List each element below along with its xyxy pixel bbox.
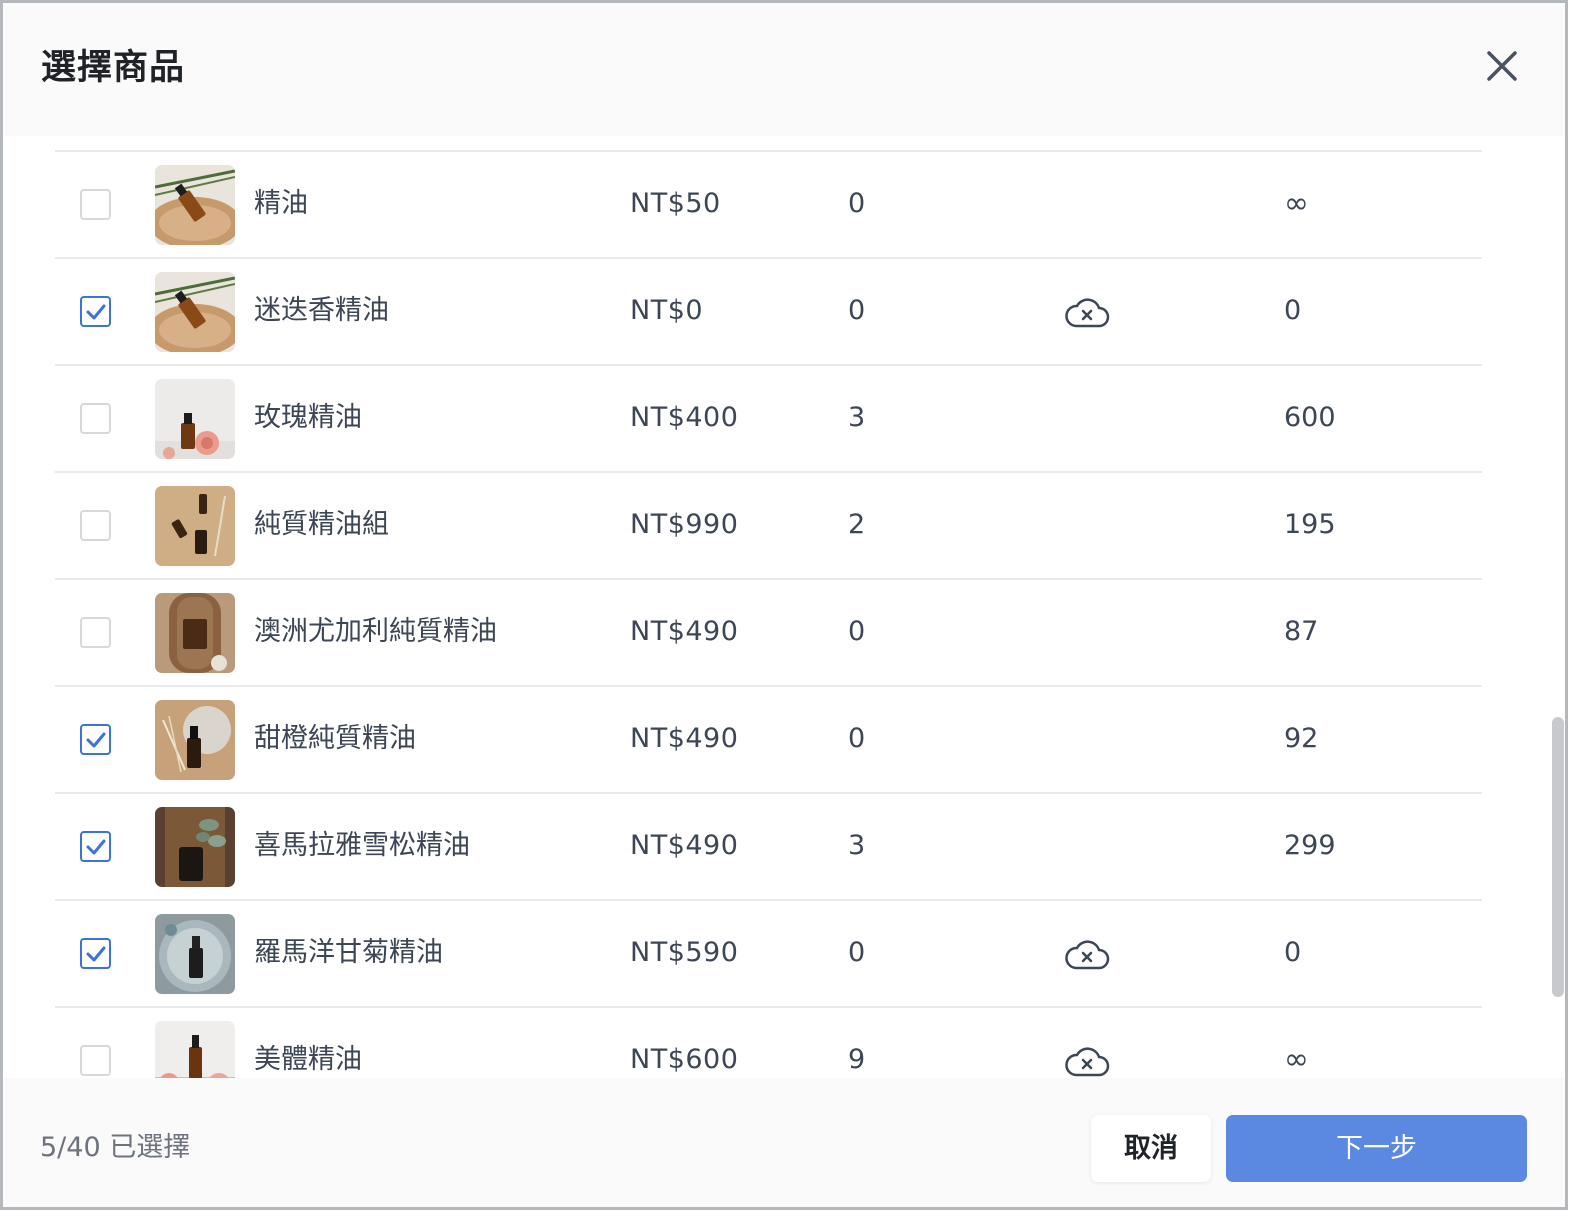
product-row[interactable]: 甜橙純質精油 NT$490 0 92 xyxy=(55,687,1482,794)
product-quantity: 3 xyxy=(848,402,866,433)
product-price: NT$600 xyxy=(630,1044,739,1075)
product-row[interactable]: 喜馬拉雅雪松精油 NT$490 3 299 xyxy=(55,794,1482,901)
cloud-off-icon xyxy=(1064,1045,1110,1078)
product-row[interactable]: 玫瑰精油 NT$400 3 600 xyxy=(55,366,1482,473)
product-row[interactable]: 澳洲尤加利純質精油 NT$490 0 87 xyxy=(55,580,1482,687)
product-quantity: 0 xyxy=(848,616,866,647)
product-name: 玫瑰精油 xyxy=(254,402,362,433)
product-image xyxy=(155,914,235,994)
row-checkbox[interactable] xyxy=(80,831,111,862)
product-stock: 0 xyxy=(1284,295,1302,326)
product-name: 純質精油組 xyxy=(254,509,389,540)
product-list[interactable]: 精油 NT$50 0 ∞ 迷迭香精油 NT$0 0 0 玫瑰精油 NT$400 … xyxy=(3,136,1565,1078)
product-quantity: 0 xyxy=(848,295,866,326)
product-image xyxy=(155,272,235,352)
product-stock: 0 xyxy=(1284,937,1302,968)
row-checkbox[interactable] xyxy=(80,296,111,327)
product-price: NT$490 xyxy=(630,616,739,647)
check-icon xyxy=(86,946,106,962)
product-name: 羅馬洋甘菊精油 xyxy=(254,937,443,968)
product-row[interactable]: 美體精油 NT$600 9 ∞ xyxy=(55,1008,1482,1078)
product-name: 精油 xyxy=(254,188,308,219)
product-name: 喜馬拉雅雪松精油 xyxy=(254,830,470,861)
product-stock: ∞ xyxy=(1284,1042,1309,1077)
product-price: NT$590 xyxy=(630,937,739,968)
close-icon[interactable] xyxy=(1479,43,1525,89)
product-name: 迷迭香精油 xyxy=(254,295,389,326)
product-name: 甜橙純質精油 xyxy=(254,723,416,754)
cloud-off-icon xyxy=(1064,296,1110,330)
scrollbar-thumb[interactable] xyxy=(1552,717,1564,997)
product-price: NT$990 xyxy=(630,509,739,540)
row-checkbox[interactable] xyxy=(80,403,111,434)
check-icon xyxy=(86,839,106,855)
product-stock: 92 xyxy=(1284,723,1319,754)
product-row[interactable]: 精油 NT$50 0 ∞ xyxy=(55,152,1482,259)
cloud-off-icon xyxy=(1064,938,1110,972)
product-quantity: 2 xyxy=(848,509,866,540)
check-icon xyxy=(86,304,106,320)
row-checkbox[interactable] xyxy=(80,617,111,648)
product-quantity: 3 xyxy=(848,830,866,861)
product-stock: 87 xyxy=(1284,616,1319,647)
product-image xyxy=(155,700,235,780)
product-quantity: 9 xyxy=(848,1044,866,1075)
product-row[interactable]: 迷迭香精油 NT$0 0 0 xyxy=(55,259,1482,366)
product-image xyxy=(155,379,235,459)
product-quantity: 0 xyxy=(848,723,866,754)
modal-footer: 5/40 已選擇 取消 下一步 xyxy=(3,1078,1565,1207)
product-image xyxy=(155,1021,235,1078)
product-name: 澳洲尤加利純質精油 xyxy=(254,616,497,647)
cancel-button[interactable]: 取消 xyxy=(1091,1115,1211,1182)
product-stock: 299 xyxy=(1284,830,1336,861)
product-price: NT$0 xyxy=(630,295,704,326)
row-checkbox[interactable] xyxy=(80,510,111,541)
product-quantity: 0 xyxy=(848,937,866,968)
check-icon xyxy=(86,732,106,748)
product-quantity: 0 xyxy=(848,188,866,219)
product-stock: ∞ xyxy=(1284,186,1309,221)
row-checkbox[interactable] xyxy=(80,1045,111,1076)
product-image xyxy=(155,593,235,673)
product-image xyxy=(155,486,235,566)
product-price: NT$490 xyxy=(630,830,739,861)
product-row[interactable]: 純質精油組 NT$990 2 195 xyxy=(55,473,1482,580)
select-products-modal: 選擇商品 精油 NT$50 0 ∞ 迷迭香精油 NT$0 0 0 玫瑰精油 NT… xyxy=(0,0,1568,1210)
selection-count: 5/40 已選擇 xyxy=(40,1132,191,1163)
product-name: 美體精油 xyxy=(254,1044,362,1075)
product-stock: 600 xyxy=(1284,402,1336,433)
product-image xyxy=(155,807,235,887)
product-row[interactable]: 羅馬洋甘菊精油 NT$590 0 0 xyxy=(55,901,1482,1008)
product-stock: 195 xyxy=(1284,509,1336,540)
row-checkbox[interactable] xyxy=(80,938,111,969)
modal-title: 選擇商品 xyxy=(41,48,186,88)
product-price: NT$50 xyxy=(630,188,721,219)
product-price: NT$490 xyxy=(630,723,739,754)
modal-header: 選擇商品 xyxy=(3,3,1565,136)
row-checkbox[interactable] xyxy=(80,724,111,755)
product-image xyxy=(155,165,235,245)
next-step-button[interactable]: 下一步 xyxy=(1226,1115,1527,1182)
product-price: NT$400 xyxy=(630,402,739,433)
row-checkbox[interactable] xyxy=(80,189,111,220)
